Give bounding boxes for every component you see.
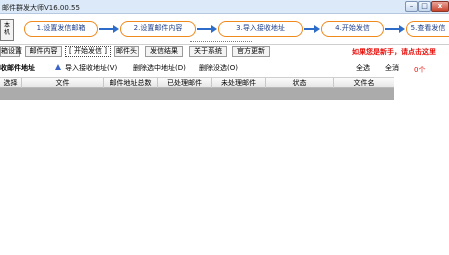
column-unprocessed[interactable]: 未处理邮件	[212, 78, 266, 88]
address-section-title: 收邮件地址	[0, 64, 35, 72]
clear-selection-button[interactable]: 全消	[385, 63, 399, 73]
step-set-mail-content[interactable]: 2.设置邮件内容	[120, 21, 196, 37]
address-toolbar: 收邮件地址 导入接收地址(V) 删除选中地址(D) 删除没选(O) 全选 全消 …	[0, 60, 449, 74]
tab-about-system[interactable]: 关于系统	[189, 46, 227, 57]
table-empty-area	[0, 88, 394, 100]
maximize-icon: □	[421, 2, 428, 10]
tab-start-sending[interactable]: [ 开始发信 ]	[65, 46, 111, 57]
minimize-button[interactable]: –	[405, 1, 418, 12]
close-button[interactable]: x	[431, 1, 449, 12]
tab-mailbox-settings[interactable]: 箱设置	[0, 46, 22, 57]
title-bar: 邮件群发大师V16.00.55 – □ x	[0, 0, 449, 14]
step-arrow-icon	[385, 25, 405, 33]
tab-mail-content[interactable]: 邮件内容	[25, 46, 62, 57]
newbie-help-link[interactable]: 如果您是新手，请点击这里	[352, 47, 436, 57]
column-total-addresses[interactable]: 邮件地址总数	[104, 78, 158, 88]
step-arrow-icon	[197, 25, 217, 33]
tab-official-update[interactable]: 官方更新	[232, 46, 270, 57]
import-icon	[55, 64, 61, 70]
maximize-button[interactable]: □	[418, 1, 431, 12]
delete-selected-button[interactable]: 删除选中地址(D)	[133, 63, 186, 73]
tab-mail-headers[interactable]: 邮件头	[114, 46, 139, 57]
column-filename[interactable]: 文件名	[334, 78, 394, 88]
step-arrow-icon	[304, 25, 320, 33]
import-addresses-button[interactable]: 导入接收地址(V)	[65, 63, 117, 73]
local-side-label: 本 机	[3, 22, 10, 36]
step-start-sending[interactable]: 4.开始发信	[321, 21, 384, 37]
column-status[interactable]: 状态	[266, 78, 334, 88]
step-view-results[interactable]: 5.查看发信	[406, 21, 449, 37]
window-title: 邮件群发大师V16.00.55	[2, 4, 80, 12]
wizard-steps: 本 机 1.设置发信邮箱 2.设置邮件内容 3.导入接收地址 4.开始发信 5.…	[0, 14, 449, 44]
delete-unselected-button[interactable]: 删除没选(O)	[199, 63, 238, 73]
select-all-button[interactable]: 全选	[356, 63, 370, 73]
step-import-addresses[interactable]: 3.导入接收地址	[218, 21, 303, 37]
minimize-icon: –	[409, 2, 414, 10]
table-header: 选择 文件 邮件地址总数 已处理邮件 未处理邮件 状态 文件名	[0, 77, 394, 88]
close-icon: x	[437, 2, 443, 10]
step-set-sender-mailbox[interactable]: 1.设置发信邮箱	[24, 21, 98, 37]
local-side-button[interactable]: 本 机	[0, 19, 14, 41]
tab-send-results[interactable]: 发信结果	[145, 46, 183, 57]
column-processed[interactable]: 已处理邮件	[158, 78, 212, 88]
address-count: 0个	[414, 66, 426, 74]
step-arrow-icon	[99, 25, 119, 33]
tab-bar: 箱设置 邮件内容 [ 开始发信 ] 邮件头 发信结果 关于系统 官方更新 如果您…	[0, 45, 449, 58]
column-file[interactable]: 文件	[22, 78, 104, 88]
column-select[interactable]: 选择	[0, 78, 22, 88]
